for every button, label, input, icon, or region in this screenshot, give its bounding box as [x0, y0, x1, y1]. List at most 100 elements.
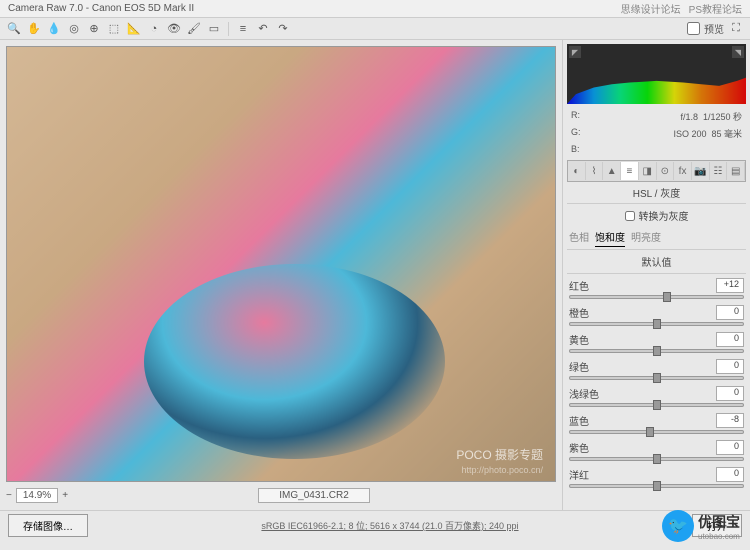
crop-tool-icon[interactable]: ⬚ [106, 21, 122, 37]
header-credits: 思缘设计论坛 PS教程论坛 [621, 1, 742, 16]
image-preview[interactable]: http://photo.poco.cn/ [6, 46, 556, 482]
subtab-hue[interactable]: 色相 [569, 227, 589, 247]
slider-track[interactable] [569, 403, 744, 407]
zoom-plus-icon[interactable]: + [62, 490, 68, 501]
slider-value-input[interactable]: 0 [716, 440, 744, 455]
slider-thumb[interactable] [653, 346, 661, 356]
shadow-clip-icon[interactable]: ◤ [569, 46, 581, 58]
tab-curve-icon[interactable]: ⌇ [586, 162, 604, 180]
histogram[interactable]: ◤ ◥ [567, 44, 746, 104]
title-bar: Camera Raw 7.0 - Canon EOS 5D Mark II 思缘… [0, 0, 750, 18]
slider-thumb[interactable] [653, 481, 661, 491]
exif-row-2: G: ISO 200 85 毫米 [563, 125, 750, 142]
zoom-value[interactable]: 14.9% [16, 488, 58, 503]
slider-value-input[interactable]: -8 [716, 413, 744, 428]
subtab-saturation[interactable]: 饱和度 [595, 227, 625, 247]
slider-value-input[interactable]: 0 [716, 467, 744, 482]
filename: IMG_0431.CR2 [258, 488, 369, 503]
bottom-bar: 存储图像… sRGB IEC61966-2.1; 8 位; 5616 x 374… [0, 510, 750, 540]
preview-toggle[interactable]: 预览 ⛶ [687, 21, 744, 37]
slider-label: 黄色 [569, 332, 589, 347]
slider-label: 绿色 [569, 359, 589, 374]
slider-row: 红色 +12 [569, 278, 744, 299]
toolbar: 🔍 ✋ 💧 ◎ ⊕ ⬚ 📐 ◔ 👁 🖌 ▭ ≡ ↶ ↷ 预览 ⛶ [0, 18, 750, 40]
slider-thumb[interactable] [653, 400, 661, 410]
slider-track[interactable] [569, 322, 744, 326]
adjustment-brush-icon[interactable]: 🖌 [186, 21, 202, 37]
redeye-icon[interactable]: 👁 [166, 21, 182, 37]
rotate-cw-icon[interactable]: ↷ [275, 21, 291, 37]
slider-row: 黄色 0 [569, 332, 744, 353]
side-panel: ◤ ◥ R: f/1.8 1/1250 秒 G: ISO 200 85 毫米 B… [562, 40, 750, 510]
slider-value-input[interactable]: 0 [716, 359, 744, 374]
fullscreen-icon[interactable]: ⛶ [728, 21, 744, 37]
graduated-filter-icon[interactable]: ▭ [206, 21, 222, 37]
slider-label: 红色 [569, 278, 589, 293]
slider-track[interactable] [569, 349, 744, 353]
slider-label: 浅绿色 [569, 386, 599, 401]
spot-removal-icon[interactable]: ◔ [146, 21, 162, 37]
slider-label: 蓝色 [569, 413, 589, 428]
defaults-label[interactable]: 默认值 [567, 249, 746, 274]
eyedropper-icon[interactable]: 💧 [46, 21, 62, 37]
slider-track[interactable] [569, 295, 744, 299]
tab-camera-icon[interactable]: 📷 [692, 162, 710, 180]
slider-track[interactable] [569, 430, 744, 434]
tab-lens-icon[interactable]: ⊙ [657, 162, 675, 180]
separator [228, 22, 229, 36]
preview-panel: http://photo.poco.cn/ − 14.9% + IMG_0431… [0, 40, 562, 510]
save-image-button[interactable]: 存储图像… [8, 514, 88, 537]
workflow-options-link[interactable]: sRGB IEC61966-2.1; 8 位; 5616 x 3744 (21.… [96, 519, 684, 532]
panel-title: HSL / 灰度 [567, 182, 746, 204]
zoom-minus-icon[interactable]: − [6, 490, 12, 501]
slider-label: 洋红 [569, 467, 589, 482]
slider-thumb[interactable] [653, 319, 661, 329]
convert-grayscale-checkbox[interactable] [625, 211, 635, 221]
slider-row: 洋红 0 [569, 467, 744, 488]
exif-row-3: B: [563, 142, 750, 156]
rotate-ccw-icon[interactable]: ↶ [255, 21, 271, 37]
exif-row-1: R: f/1.8 1/1250 秒 [563, 108, 750, 125]
slider-value-input[interactable]: +12 [716, 278, 744, 293]
slider-label: 橙色 [569, 305, 589, 320]
watermark: 🐦 优图宝 utobao.com [662, 510, 740, 542]
tab-presets-icon[interactable]: ☷ [710, 162, 728, 180]
hand-tool-icon[interactable]: ✋ [26, 21, 42, 37]
tab-fx-icon[interactable]: fx [674, 162, 692, 180]
sliders-container: 红色 +12 橙色 0 黄色 0 绿色 0 浅绿色 0 [563, 276, 750, 510]
preview-url-overlay: http://photo.poco.cn/ [461, 465, 543, 475]
convert-grayscale-row[interactable]: 转换为灰度 [563, 204, 750, 227]
straighten-icon[interactable]: 📐 [126, 21, 142, 37]
slider-thumb[interactable] [653, 373, 661, 383]
window-title: Camera Raw 7.0 - Canon EOS 5D Mark II [8, 3, 194, 14]
zoom-tool-icon[interactable]: 🔍 [6, 21, 22, 37]
slider-track[interactable] [569, 484, 744, 488]
watermark-url: utobao.com [698, 532, 740, 541]
subtab-luminance[interactable]: 明亮度 [631, 227, 661, 247]
slider-thumb[interactable] [646, 427, 654, 437]
main-area: http://photo.poco.cn/ − 14.9% + IMG_0431… [0, 40, 750, 510]
tab-split-icon[interactable]: ◨ [639, 162, 657, 180]
slider-track[interactable] [569, 376, 744, 380]
slider-row: 浅绿色 0 [569, 386, 744, 407]
slider-track[interactable] [569, 457, 744, 461]
slider-row: 蓝色 -8 [569, 413, 744, 434]
slider-thumb[interactable] [653, 454, 661, 464]
panel-tabs: ◐ ⌇ ▲ ≡ ◨ ⊙ fx 📷 ☷ ▤ [567, 160, 746, 182]
slider-value-input[interactable]: 0 [716, 305, 744, 320]
preview-checkbox[interactable] [687, 22, 700, 35]
tab-basic-icon[interactable]: ◐ [568, 162, 586, 180]
tab-snapshots-icon[interactable]: ▤ [727, 162, 745, 180]
slider-thumb[interactable] [663, 292, 671, 302]
prefs-icon[interactable]: ≡ [235, 21, 251, 37]
color-sampler-icon[interactable]: ◎ [66, 21, 82, 37]
tab-hsl-icon[interactable]: ≡ [621, 162, 639, 180]
target-adjust-icon[interactable]: ⊕ [86, 21, 102, 37]
hsl-subtabs: 色相 饱和度 明亮度 [563, 227, 750, 247]
slider-row: 绿色 0 [569, 359, 744, 380]
tab-detail-icon[interactable]: ▲ [603, 162, 621, 180]
slider-value-input[interactable]: 0 [716, 332, 744, 347]
watermark-name: 优图宝 [698, 512, 740, 532]
slider-value-input[interactable]: 0 [716, 386, 744, 401]
highlight-clip-icon[interactable]: ◥ [732, 46, 744, 58]
